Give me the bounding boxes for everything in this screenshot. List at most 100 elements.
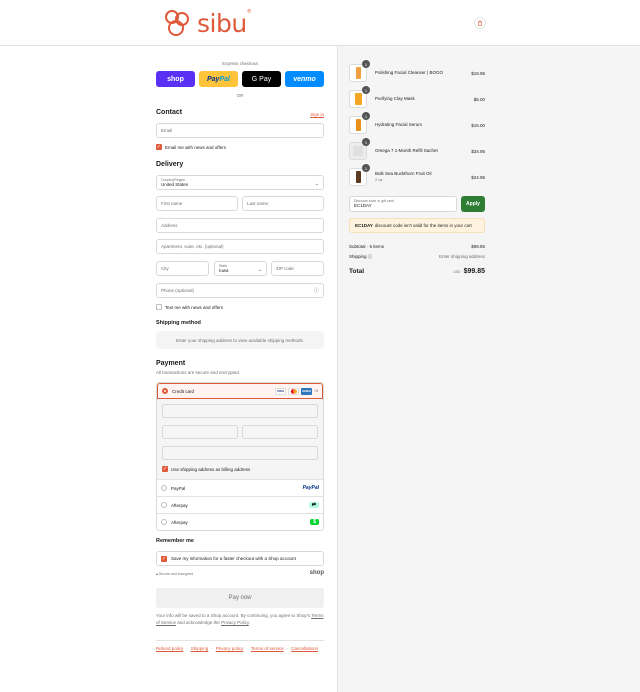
order-items: 1 Polishing Facial Cleanser | BOGO $19.9…	[349, 60, 485, 190]
cart-button[interactable]	[474, 17, 486, 29]
phone-field[interactable]: Phone (optional) ⓘ	[156, 283, 324, 298]
shipping-method-message: Enter your shipping address to view avai…	[156, 331, 324, 349]
subtotal-label: Subtotal · 5 items	[349, 244, 385, 249]
lock-icon: 🔒︎	[156, 572, 158, 576]
state-select[interactable]: State Iowa ⌄	[214, 261, 267, 276]
email-news-label: Email me with news and offers	[165, 144, 226, 150]
quantity-badge: 1	[362, 112, 370, 120]
quantity-badge: 1	[362, 164, 370, 172]
brand-name: sibu®	[197, 8, 252, 38]
credit-card-option[interactable]: Credit card VISA AMEX +4	[157, 383, 323, 399]
billing-address-checkbox-row[interactable]: ✓ Use shipping address as billing addres…	[162, 466, 250, 472]
product-thumbnail: 1	[349, 112, 370, 134]
product-name: Hydrating Facial Serum	[375, 122, 423, 127]
chevron-down-icon: ⌄	[257, 267, 262, 273]
radio-unselected-icon[interactable]	[161, 485, 167, 491]
product-price: $15.00	[471, 122, 485, 128]
shopping-bag-icon	[477, 20, 483, 26]
remember-me-heading: Remember me	[156, 538, 194, 544]
venmo-button[interactable]: venmo	[285, 71, 324, 87]
footer-links: Refund policy · Shipping · Privacy policy ·…	[156, 646, 319, 651]
afterpay-option-label: Afterpay	[171, 502, 188, 508]
shipping-value: Enter shipping address	[438, 254, 485, 259]
order-item: 1 Hydrating Facial Serum $15.00	[349, 112, 485, 138]
paypal-button[interactable]: Pay Pal	[199, 71, 238, 87]
afterpay-option[interactable]: Afterpay ⇄	[157, 496, 323, 513]
checkbox-checked-icon[interactable]: ✓	[162, 466, 168, 472]
discount-value: EC1DAY	[354, 203, 372, 208]
cancellations-link[interactable]: Cancellations	[291, 646, 318, 651]
product-thumbnail: 1	[349, 138, 370, 160]
total-row: Total USD $99.85	[349, 268, 485, 275]
disclaimer-text-2: and acknowledge the	[177, 620, 220, 625]
terms-of-service-link[interactable]: Terms of service	[251, 646, 284, 651]
email-news-checkbox-row[interactable]: ✓ Email me with news and offers	[156, 144, 226, 150]
help-circle-icon[interactable]: ⓘ	[368, 254, 373, 259]
brand-logo[interactable]: sibu®	[162, 7, 252, 39]
zip-field[interactable]: ZIP code	[271, 261, 324, 276]
order-item: 1 Purifying Clay Mask $5.00	[349, 86, 485, 112]
sign-in-link[interactable]: Sign in	[310, 112, 324, 117]
privacy-link[interactable]: Privacy Policy	[221, 620, 249, 625]
expiration-field[interactable]	[162, 425, 238, 439]
product-name: Purifying Clay Mask	[375, 96, 415, 101]
billing-address-label: Use shipping address as billing address	[171, 466, 251, 472]
card-number-field[interactable]	[162, 404, 318, 418]
shop-pay-button[interactable]: shop	[156, 71, 195, 87]
delivery-heading: Delivery	[156, 161, 184, 168]
card-fields: ✓ Use shipping address as billing addres…	[157, 399, 323, 479]
product-image	[353, 146, 363, 156]
save-info-box[interactable]: ✓ Save my information for a faster check…	[156, 551, 324, 566]
country-select[interactable]: Country/Region United States ⌄	[156, 175, 324, 190]
address-field[interactable]: Address	[156, 218, 324, 233]
cash-app-logo-icon: $	[310, 519, 319, 525]
product-image	[355, 171, 361, 183]
product-price: $24.95	[471, 174, 485, 180]
card-brands: VISA AMEX +4	[275, 387, 318, 395]
express-checkout-buttons: shop Pay Pal G Pay venmo	[156, 71, 324, 87]
help-circle-icon[interactable]: ⓘ	[314, 287, 319, 294]
afterpay-option-2[interactable]: Afterpay $	[157, 513, 323, 530]
product-price: $34.95	[471, 148, 485, 154]
shipping-row: Shipping ⓘ Enter shipping address	[349, 254, 485, 260]
shipping-label: Shipping ⓘ	[349, 254, 373, 259]
city-field[interactable]: City	[156, 261, 209, 276]
pay-now-button[interactable]: Pay now	[156, 588, 324, 608]
country-value: United States	[161, 182, 189, 187]
apply-button[interactable]: Apply	[461, 196, 485, 212]
product-price: $19.95	[471, 70, 485, 76]
paypal-option[interactable]: PayPal PayPal	[157, 479, 323, 496]
error-text: discount code isn't valid for the items …	[374, 223, 472, 228]
disclaimer-period: .	[248, 620, 251, 625]
paypal-option-label: PayPal	[171, 485, 186, 491]
privacy-policy-link[interactable]: Privacy policy	[216, 646, 244, 651]
afterpay-option-label-2: Afterpay	[171, 519, 188, 525]
first-name-field[interactable]: First name	[156, 196, 238, 211]
google-pay-button[interactable]: G Pay	[242, 71, 281, 87]
order-item: 1 Bulk Sea Buckthorn Fruit Oil 2 oz $24.9…	[349, 164, 485, 190]
checkbox-checked-icon[interactable]: ✓	[156, 144, 162, 150]
radio-unselected-icon[interactable]	[161, 502, 167, 508]
radio-unselected-icon[interactable]	[161, 519, 167, 525]
refund-policy-link[interactable]: Refund policy	[156, 646, 183, 651]
security-code-field[interactable]	[242, 425, 318, 439]
or-divider: OR	[236, 93, 244, 98]
order-item: 1 Omega 7 1-Month Refill Sachet $34.95	[349, 138, 485, 164]
email-field[interactable]: Email	[156, 123, 324, 138]
text-news-checkbox-row[interactable]: Text me with news and offers	[156, 304, 223, 310]
contact-heading: Contact	[156, 109, 183, 116]
checkbox-unchecked-icon[interactable]	[156, 304, 162, 310]
amex-icon: AMEX	[301, 387, 312, 395]
last-name-field[interactable]: Last name	[242, 196, 324, 211]
state-value: Iowa	[219, 268, 229, 273]
discount-code-field[interactable]: Discount code or gift card EC1DAY	[349, 196, 457, 212]
product-name: Polishing Facial Cleanser | BOGO	[375, 70, 443, 75]
apartment-field[interactable]: Apartment, suite, etc. (optional)	[156, 239, 324, 254]
paypal-logo-icon: PayPal	[302, 485, 319, 491]
checkbox-checked-icon[interactable]: ✓	[161, 555, 167, 562]
name-on-card-field[interactable]	[162, 446, 318, 460]
radio-selected-icon[interactable]	[162, 388, 168, 394]
text-news-label: Text me with news and offers	[165, 304, 223, 310]
shipping-link[interactable]: Shipping	[191, 646, 209, 651]
product-name: Omega 7 1-Month Refill Sachet	[375, 148, 438, 153]
